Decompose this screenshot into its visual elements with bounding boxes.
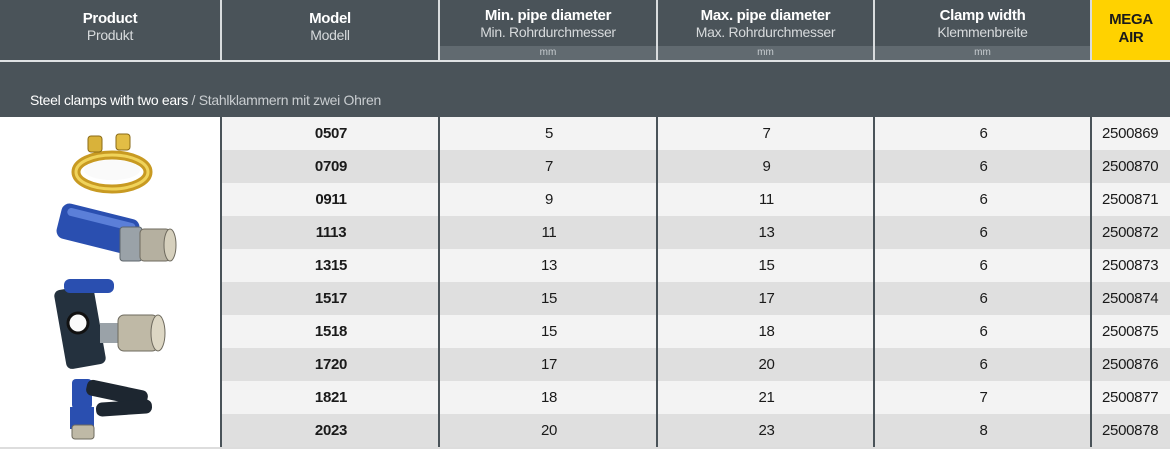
column-header-max-diameter-de: Max. Rohrdurchmesser — [695, 24, 836, 40]
cell-clamp-width: 6 — [979, 356, 988, 373]
column-header-model-de: Modell — [310, 27, 350, 43]
blue-pipe-fitting-image — [56, 203, 177, 262]
cell-article-number: 2500871 — [1102, 191, 1159, 208]
cell-article-number: 2500877 — [1102, 389, 1159, 406]
cell-clamp-width: 6 — [979, 257, 988, 274]
cell-model: 1517 — [314, 290, 348, 307]
cell-clamp-width: 8 — [979, 422, 988, 439]
cell-model: 1315 — [314, 257, 348, 274]
table-row: 1720 17 20 6 2500876 — [222, 348, 1170, 381]
cell-max-diameter: 7 — [762, 125, 771, 142]
column-divider — [656, 117, 658, 449]
cell-article-number: 2500878 — [1102, 422, 1159, 439]
cell-min-diameter: 15 — [540, 290, 558, 307]
cell-max-diameter: 15 — [758, 257, 775, 274]
cell-min-diameter: 17 — [540, 356, 558, 373]
category-title-de: Stahlklammern mit zwei Ohren — [198, 92, 382, 108]
category-band: Steel clamps with two ears / Stahlklamme… — [0, 60, 1170, 117]
table-row: 1821 18 21 7 2500877 — [222, 381, 1170, 414]
cell-article-number: 2500872 — [1102, 224, 1159, 241]
cell-model: 2023 — [314, 422, 348, 439]
column-header-product: Product Produkt — [0, 0, 222, 60]
column-header-model-en: Model — [309, 10, 351, 27]
column-header-clamp-width-en: Clamp width — [939, 7, 1026, 24]
column-divider — [873, 117, 875, 449]
cell-clamp-width: 6 — [979, 158, 988, 175]
cell-max-diameter: 11 — [759, 191, 774, 208]
category-separator: / — [191, 92, 196, 108]
column-unit-min-diameter: mm — [440, 46, 656, 60]
column-unit-clamp-width: mm — [875, 46, 1090, 60]
column-header-min-diameter-de: Min. Rohrdurchmesser — [480, 24, 616, 40]
cell-min-diameter: 18 — [540, 389, 558, 406]
cell-max-diameter: 21 — [758, 389, 775, 406]
product-table-page: Product Produkt Model Modell Min. pipe d… — [0, 0, 1170, 449]
table-row: 0911 9 11 6 2500871 — [222, 183, 1170, 216]
column-header-product-en: Product — [82, 10, 138, 27]
cell-max-diameter: 23 — [758, 422, 775, 439]
cell-max-diameter: 17 — [758, 290, 775, 307]
cell-clamp-width: 6 — [979, 224, 988, 241]
column-header-max-diameter-en: Max. pipe diameter — [700, 7, 831, 24]
product-image-cell — [0, 117, 222, 449]
cell-min-diameter: 5 — [544, 125, 554, 142]
table-row: 0507 5 7 6 2500869 — [222, 117, 1170, 150]
cell-article-number: 2500876 — [1102, 356, 1159, 373]
category-title: Steel clamps with two ears / Stahlklamme… — [30, 92, 381, 108]
table-row: 1517 15 17 6 2500874 — [222, 282, 1170, 315]
cell-max-diameter: 20 — [758, 356, 775, 373]
column-header-mega-air: MEGA AIR — [1092, 0, 1170, 60]
column-divider — [1090, 117, 1092, 449]
table-row: 1518 15 18 6 2500875 — [222, 315, 1170, 348]
cell-max-diameter: 13 — [758, 224, 775, 241]
crimping-tool-image — [70, 379, 153, 440]
pliers-with-fitting-image — [54, 279, 166, 369]
category-title-en: Steel clamps with two ears — [30, 92, 188, 108]
product-illustration — [54, 133, 177, 440]
cell-max-diameter: 9 — [762, 158, 771, 175]
cell-article-number: 2500869 — [1102, 125, 1159, 142]
brand-label-line1: MEGA — [1109, 11, 1153, 28]
cell-clamp-width: 6 — [979, 191, 988, 208]
column-header-max-diameter: Max. pipe diameter Max. Rohrdurchmesser … — [658, 0, 875, 60]
column-header-min-diameter-en: Min. pipe diameter — [484, 7, 612, 24]
cell-clamp-width: 7 — [979, 389, 988, 406]
cell-max-diameter: 18 — [758, 323, 775, 340]
cell-min-diameter: 15 — [540, 323, 558, 340]
two-ear-clamp-image — [71, 133, 153, 194]
column-header-product-de: Produkt — [86, 27, 134, 43]
column-unit-max-diameter: mm — [658, 46, 873, 60]
cell-clamp-width: 6 — [979, 290, 988, 307]
column-divider — [438, 117, 440, 449]
cell-article-number: 2500875 — [1102, 323, 1159, 340]
cell-model: 1720 — [314, 356, 348, 373]
column-header-model: Model Modell — [222, 0, 440, 60]
cell-min-diameter: 13 — [540, 257, 558, 274]
table-row: 1113 11 13 6 2500872 — [222, 216, 1170, 249]
cell-clamp-width: 6 — [979, 323, 988, 340]
cell-min-diameter: 7 — [544, 158, 554, 175]
brand-label-line2: AIR — [1118, 29, 1144, 46]
column-header-clamp-width-de: Klemmenbreite — [937, 24, 1028, 40]
cell-clamp-width: 6 — [979, 125, 988, 142]
cell-min-diameter: 9 — [544, 191, 554, 208]
table-header: Product Produkt Model Modell Min. pipe d… — [0, 0, 1170, 60]
cell-article-number: 2500870 — [1102, 158, 1159, 175]
column-header-clamp-width: Clamp width Klemmenbreite mm — [875, 0, 1092, 60]
cell-article-number: 2500874 — [1102, 290, 1159, 307]
table-row: 1315 13 15 6 2500873 — [222, 249, 1170, 282]
table-body: 0507 5 7 6 2500869 0709 7 9 6 2500870 0911 9 11 6 2500… — [0, 117, 1170, 449]
cell-model: 0507 — [314, 125, 348, 142]
cell-model: 1113 — [315, 224, 347, 241]
cell-min-diameter: 11 — [541, 224, 557, 241]
cell-model: 1518 — [314, 323, 348, 340]
cell-model: 1821 — [314, 389, 348, 406]
cell-model: 0709 — [314, 158, 348, 175]
cell-model: 0911 — [315, 191, 347, 208]
cell-min-diameter: 20 — [540, 422, 558, 439]
cell-article-number: 2500873 — [1102, 257, 1159, 274]
column-header-min-diameter: Min. pipe diameter Min. Rohrdurchmesser … — [440, 0, 658, 60]
table-row: 0709 7 9 6 2500870 — [222, 150, 1170, 183]
table-row: 2023 20 23 8 2500878 — [222, 414, 1170, 447]
